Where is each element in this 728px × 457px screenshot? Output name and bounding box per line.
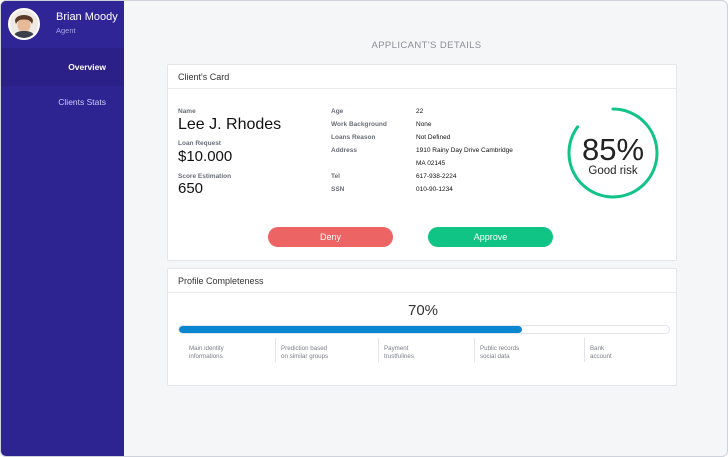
step-line: Public records — [480, 345, 520, 352]
nav-item-label: Clients Stats — [58, 97, 106, 107]
avatar-portrait-icon — [10, 10, 38, 38]
detail-value: 010-90-1234 — [416, 186, 453, 193]
step-line: account — [590, 353, 612, 360]
detail-value: Not Defined — [416, 134, 451, 141]
step-line: social data — [480, 353, 510, 360]
step-line: trustfulines — [384, 353, 414, 360]
completeness-step: Public records social data — [474, 338, 580, 362]
user-role: Agent — [56, 26, 76, 35]
app-window: Brian Moody Agent Overview Clients Stats… — [0, 0, 728, 457]
completeness-step: Prediction based on similar groups — [275, 338, 373, 362]
detail-label: Loans Reason — [331, 134, 376, 141]
step-line: Bank — [590, 345, 605, 352]
sidebar: Brian Moody Agent Overview Clients Stats — [1, 1, 124, 456]
detail-label: Address — [331, 147, 358, 154]
profile-completeness-card: Profile Completeness 70% Main identity i… — [167, 268, 677, 386]
approve-button[interactable]: Approve — [428, 227, 553, 247]
nav-item-label: Overview — [68, 62, 106, 72]
step-line: Payment — [384, 345, 409, 352]
progress-fill — [179, 326, 522, 333]
completeness-progress-bar — [178, 325, 670, 334]
risk-caption: Good risk — [588, 165, 638, 177]
step-line: on similar groups — [281, 353, 329, 360]
avatar — [8, 8, 40, 40]
step-line: Prediction based — [281, 345, 328, 352]
deny-button[interactable]: Deny — [268, 227, 393, 247]
detail-label: Tel — [331, 173, 340, 180]
completeness-step: Bank account — [584, 338, 664, 362]
risk-percent: 85% — [581, 132, 645, 167]
score-label: Score Estimation — [178, 173, 232, 180]
score-value: 650 — [178, 180, 204, 197]
detail-label: Age — [331, 108, 344, 115]
detail-value: 22 — [416, 108, 424, 115]
completeness-step: Payment trustfulines — [378, 338, 476, 362]
step-line: informations — [189, 353, 223, 360]
completeness-percent: 70% — [407, 302, 439, 319]
detail-label: SSN — [331, 186, 345, 193]
step-line: Main identity — [189, 345, 224, 352]
detail-value: 1910 Rainy Day Drive Cambridge — [416, 147, 513, 154]
loan-amount: $10.000 — [178, 148, 233, 165]
completeness-step: Main identity informations — [178, 338, 275, 362]
detail-value: 617-938-2224 — [416, 173, 457, 180]
page-title: APPLICANT'S DETAILS — [371, 40, 482, 51]
applicant-name: Lee J. Rhodes — [178, 116, 282, 133]
detail-value: None — [416, 121, 432, 128]
card-header: Client's Card — [168, 65, 676, 89]
nav-item-overview[interactable]: Overview — [1, 48, 124, 86]
card-header: Profile Completeness — [168, 269, 676, 293]
user-name: Brian Moody — [56, 11, 118, 23]
nav-item-clients-stats[interactable]: Clients Stats — [1, 83, 124, 121]
name-label: Name — [178, 108, 196, 115]
user-profile[interactable]: Brian Moody Agent — [1, 1, 124, 48]
client-card: Client's Card Name Lee J. Rhodes Loan Re… — [167, 64, 677, 261]
detail-label: Work Background — [331, 121, 387, 128]
detail-value: MA 02145 — [416, 160, 446, 167]
loan-label: Loan Request — [178, 140, 221, 147]
